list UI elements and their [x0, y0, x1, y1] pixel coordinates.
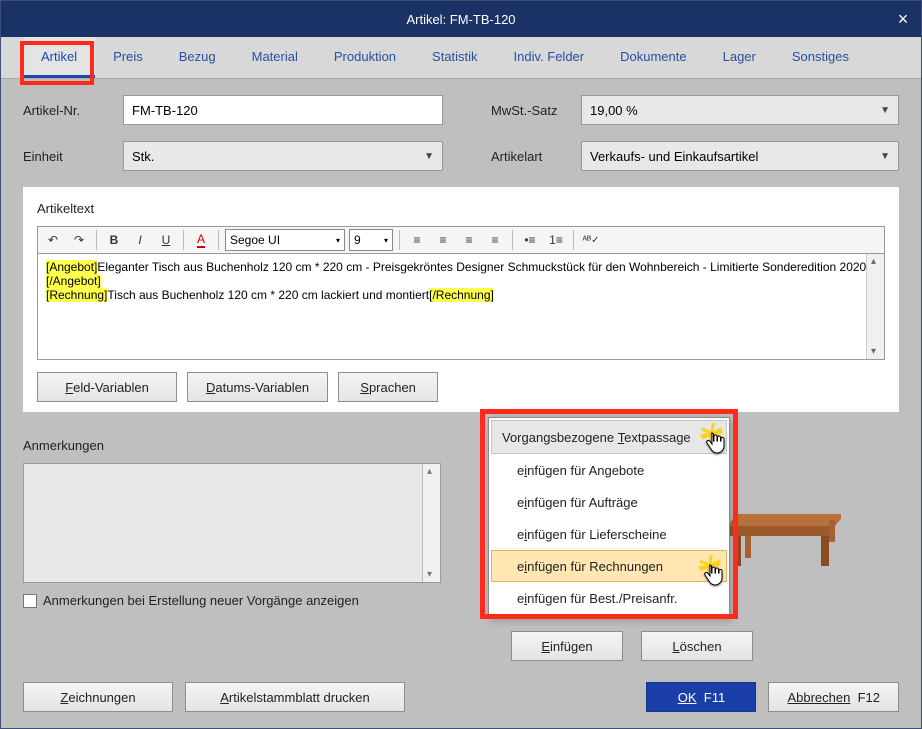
btn-feld-variablen[interactable]: Feld-Variablen [37, 372, 177, 402]
article-image [721, 506, 841, 574]
select-einheit[interactable]: Stk. ▼ [123, 141, 443, 171]
input-artikelnr[interactable]: FM-TB-120 [123, 95, 443, 125]
menu-item-best-preisanfr[interactable]: einfügen für Best./Preisanfr. [491, 582, 727, 614]
underline-icon[interactable]: U [155, 229, 177, 251]
rte-scrollbar[interactable] [866, 254, 884, 359]
menu-item-lieferscheine[interactable]: einfügen für Lieferscheine [491, 518, 727, 550]
rte-line1-text: Eleganter Tisch aus Buchenholz 120 cm * … [97, 260, 866, 274]
menu-item-rechnungen[interactable]: einfügen für Rechnungen [491, 550, 727, 582]
spellcheck-icon[interactable]: ᴬᴮ✓ [580, 229, 602, 251]
btn-loeschen[interactable]: Löschen [641, 631, 753, 661]
artikelnr-value: FM-TB-120 [132, 103, 198, 118]
label-artikelart: Artikelart [491, 149, 581, 164]
font-select[interactable]: Segoe UI▾ [225, 229, 345, 251]
rte-toolbar: ↶ ↷ B I U A Segoe UI▾ 9▾ ≡ ≡ ≡ ≡ •≡ 1≡ [37, 226, 885, 254]
tag-angebot-open: [Angebot] [46, 260, 97, 274]
label-einheit: Einheit [23, 149, 123, 164]
btn-artikelstammblatt[interactable]: Artikelstammblatt drucken [185, 682, 405, 712]
tab-produktion[interactable]: Produktion [316, 37, 414, 78]
dropdown-vorgang-textpassage: Vorgangsbezogene Textpassage einfügen fü… [488, 417, 730, 617]
notes-scrollbar[interactable] [422, 464, 440, 582]
rte-line-3: [Rechnung]Tisch aus Buchenholz 120 cm * … [46, 288, 876, 302]
tag-rechnung-open: [Rechnung] [46, 288, 107, 302]
select-artikelart[interactable]: Verkaufs- und Einkaufsartikel ▼ [581, 141, 899, 171]
undo-icon[interactable]: ↶ [42, 229, 64, 251]
mwst-value: 19,00 % [590, 103, 638, 118]
align-center-icon[interactable]: ≡ [432, 229, 454, 251]
font-value: Segoe UI [230, 233, 280, 247]
close-icon[interactable]: × [885, 1, 921, 37]
tab-bezug[interactable]: Bezug [161, 37, 234, 78]
select-mwst[interactable]: 19,00 % ▼ [581, 95, 899, 125]
article-dialog: Artikel: FM-TB-120 × Artikel Preis Bezug… [0, 0, 922, 729]
font-color-icon[interactable]: A [190, 229, 212, 251]
tab-indiv[interactable]: Indiv. Felder [496, 37, 603, 78]
italic-icon[interactable]: I [129, 229, 151, 251]
dialog-footer: Zeichnungen Artikelstammblatt drucken OK… [23, 682, 899, 712]
rte-textarea[interactable]: [Angebot]Eleganter Tisch aus Buchenholz … [37, 254, 885, 360]
label-artikelnr: Artikel-Nr. [23, 103, 123, 118]
tab-statistik[interactable]: Statistik [414, 37, 496, 78]
btn-sprachen[interactable]: Sprachen [338, 372, 438, 402]
btn-datums-variablen[interactable]: Datums-Variablen [187, 372, 328, 402]
align-justify-icon[interactable]: ≡ [484, 229, 506, 251]
number-list-icon[interactable]: 1≡ [545, 229, 567, 251]
btn-zeichnungen[interactable]: Zeichnungen [23, 682, 173, 712]
btn-einfuegen[interactable]: Einfügen [511, 631, 623, 661]
checkbox-anmerkungen-anzeigen[interactable]: Anmerkungen bei Erstellung neuer Vorgäng… [23, 593, 899, 608]
tab-preis[interactable]: Preis [95, 37, 161, 78]
tag-rechnung-close: [/Rechnung] [429, 288, 494, 302]
btn-abbrechen[interactable]: Abbrechen F12 [768, 682, 899, 712]
fontsize-value: 9 [354, 233, 361, 247]
align-right-icon[interactable]: ≡ [458, 229, 480, 251]
menu-item-angebote[interactable]: einfügen für Angebote [491, 454, 727, 486]
rte-line-2: [/Angebot] [46, 274, 876, 288]
tab-sonstiges[interactable]: Sonstiges [774, 37, 867, 78]
artikeltext-panel: Artikeltext ↶ ↷ B I U A Segoe UI▾ 9▾ ≡ ≡… [23, 187, 899, 412]
bold-icon[interactable]: B [103, 229, 125, 251]
artikelart-value: Verkaufs- und Einkaufsartikel [590, 149, 758, 164]
rte-line-1: [Angebot]Eleganter Tisch aus Buchenholz … [46, 260, 876, 274]
chevron-down-icon: ▼ [880, 151, 890, 162]
checkbox-label: Anmerkungen bei Erstellung neuer Vorgäng… [43, 593, 359, 608]
redo-icon[interactable]: ↷ [68, 229, 90, 251]
tab-lager[interactable]: Lager [705, 37, 774, 78]
label-anmerkungen: Anmerkungen [23, 438, 899, 453]
tag-angebot-close: [/Angebot] [46, 274, 101, 288]
window-title: Artikel: FM-TB-120 [406, 12, 515, 27]
chevron-down-icon: ▼ [880, 105, 890, 116]
tab-bar: Artikel Preis Bezug Material Produktion … [1, 37, 921, 79]
tab-material[interactable]: Material [234, 37, 316, 78]
chevron-down-icon: ▼ [424, 151, 434, 162]
bullet-list-icon[interactable]: •≡ [519, 229, 541, 251]
titlebar: Artikel: FM-TB-120 × [1, 1, 921, 37]
fontsize-select[interactable]: 9▾ [349, 229, 393, 251]
tab-artikel[interactable]: Artikel [23, 37, 95, 78]
label-artikeltext: Artikeltext [37, 201, 885, 216]
einheit-value: Stk. [132, 149, 154, 164]
align-left-icon[interactable]: ≡ [406, 229, 428, 251]
checkbox-icon [23, 594, 37, 608]
textarea-anmerkungen[interactable] [23, 463, 441, 583]
tab-dokumente[interactable]: Dokumente [602, 37, 704, 78]
label-mwst: MwSt.-Satz [491, 103, 581, 118]
btn-ok[interactable]: OK F11 [646, 682, 756, 712]
menu-item-auftraege[interactable]: einfügen für Aufträge [491, 486, 727, 518]
rte-line2-text: Tisch aus Buchenholz 120 cm * 220 cm lac… [107, 288, 429, 302]
dropdown-header[interactable]: Vorgangsbezogene Textpassage [491, 420, 727, 454]
